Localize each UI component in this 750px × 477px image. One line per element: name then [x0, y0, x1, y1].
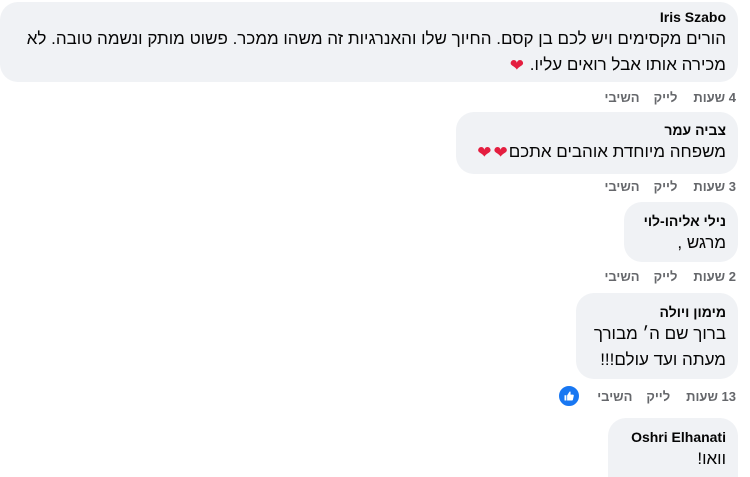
- comment-text-line: וואו!: [697, 449, 726, 468]
- reply-link[interactable]: השיבי: [604, 90, 639, 105]
- comment-thread: Iris Szabo הורים מקסימים ויש לכם בן קסם.…: [0, 0, 750, 477]
- comment-actions: 2 שעות לייק השיבי: [594, 266, 736, 286]
- like-link[interactable]: לייק: [646, 389, 670, 404]
- reply-link[interactable]: השיבי: [604, 179, 639, 194]
- comment-text-line: ברוך שם ה׳ מבורך: [593, 324, 726, 343]
- like-link[interactable]: לייק: [654, 179, 678, 194]
- comment-2: צביה עמר משפחה מיוחדת אוהבים אתכם❤❤: [456, 112, 738, 174]
- red-heart-icon: ❤: [493, 143, 508, 162]
- comment-author[interactable]: Oshri Elhanati: [620, 428, 726, 446]
- thumbs-up-icon: [564, 391, 575, 401]
- comment-bubble: נילי אליהו-לוי מרגש ,: [624, 202, 738, 262]
- reply-link[interactable]: השיבי: [604, 269, 639, 284]
- comment-text-segment: משפחה מיוחדת אוהבים אתכם: [508, 142, 726, 161]
- comment-time[interactable]: 13 שעות: [686, 389, 736, 404]
- comment-author[interactable]: נילי אליהו-לוי: [636, 212, 726, 230]
- comment-bubble: Oshri Elhanati וואו!: [608, 418, 738, 477]
- like-icon[interactable]: [557, 384, 582, 408]
- comment-3: נילי אליהו-לוי מרגש ,: [624, 202, 738, 262]
- comment-author[interactable]: צביה עמר: [468, 121, 726, 139]
- comment-5: Oshri Elhanati וואו!: [608, 418, 738, 477]
- red-heart-icon: ❤: [477, 143, 492, 162]
- like-link[interactable]: לייק: [654, 90, 678, 105]
- comment-4: מימון ויולה ברוך שם ה׳ מבורך מעתה ועד עו…: [576, 293, 738, 379]
- comment-time[interactable]: 2 שעות: [693, 269, 736, 284]
- comment-bubble: מימון ויולה ברוך שם ה׳ מבורך מעתה ועד עו…: [576, 293, 738, 379]
- comment-time[interactable]: 4 שעות: [693, 90, 736, 105]
- comment-actions: 4 שעות לייק השיבי: [594, 87, 736, 107]
- comment-bubble: Iris Szabo הורים מקסימים ויש לכם בן קסם.…: [0, 2, 738, 82]
- comment-text-line: מרגש ,: [677, 233, 726, 252]
- comment-time[interactable]: 3 שעות: [693, 179, 736, 194]
- comment-1: Iris Szabo הורים מקסימים ויש לכם בן קסם.…: [0, 2, 738, 82]
- reply-link[interactable]: השיבי: [597, 389, 632, 404]
- comment-text-line: משפחה מיוחדת אוהבים אתכם❤❤: [468, 139, 726, 165]
- comment-text-segment: מכירה אותו אבל רואים עליו.: [529, 55, 726, 74]
- comment-text-line: הורים מקסימים ויש לכם בן קסם. החיוך שלו …: [26, 29, 726, 48]
- comment-author[interactable]: Iris Szabo: [12, 8, 726, 26]
- comment-text-line-2: מכירה אותו אבל רואים עליו. ❤: [12, 52, 726, 78]
- like-link[interactable]: לייק: [654, 269, 678, 284]
- comment-text-line-2: מעתה ועד עולם!!!: [600, 350, 726, 369]
- comment-bubble: צביה עמר משפחה מיוחדת אוהבים אתכם❤❤: [456, 112, 738, 174]
- comment-actions: 13 שעות לייק השיבי: [557, 384, 736, 408]
- comment-actions: 3 שעות לייק השיבי: [594, 176, 736, 196]
- red-heart-icon: ❤: [509, 56, 524, 75]
- comment-author[interactable]: מימון ויולה: [588, 303, 726, 321]
